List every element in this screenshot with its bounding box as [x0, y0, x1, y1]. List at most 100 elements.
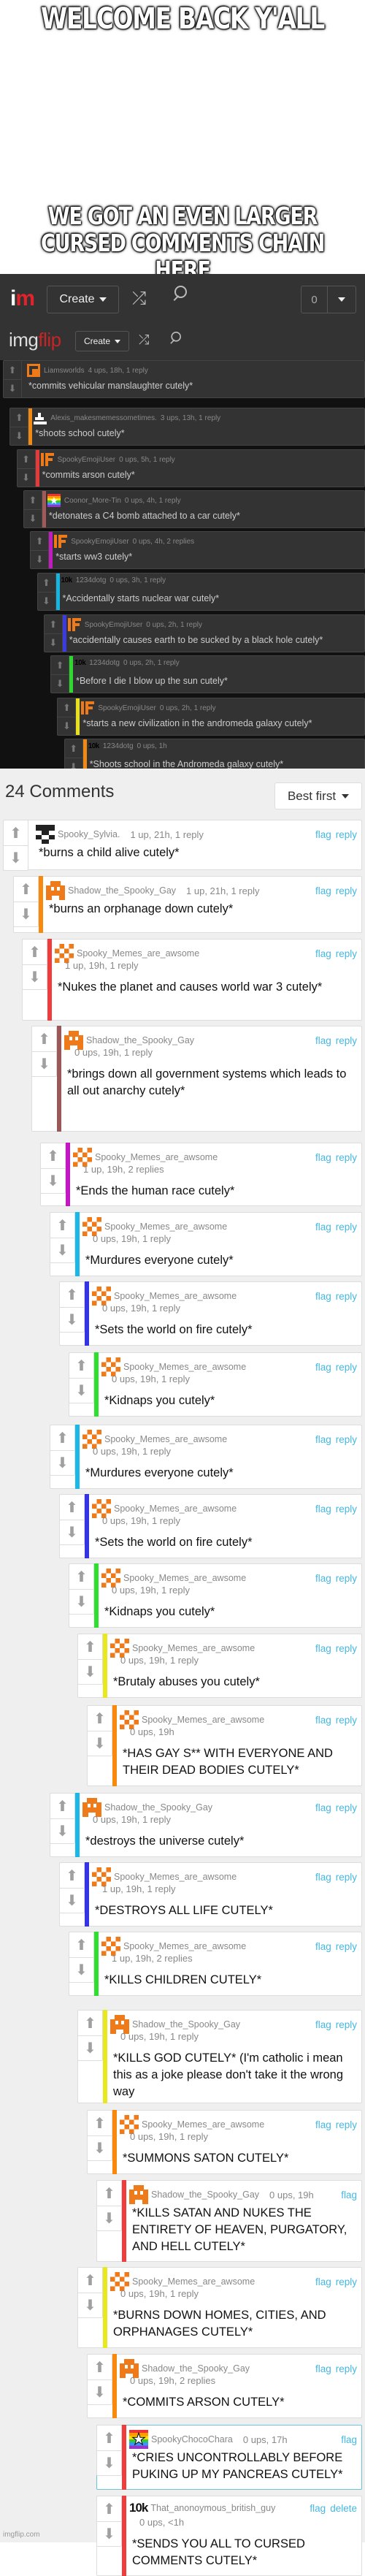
downvote-arrow-icon[interactable]: ⬇ [50, 1238, 74, 1262]
upvote-arrow-icon[interactable]: ⬆ [69, 1932, 93, 1957]
upvote-arrow-icon[interactable]: ⬆ [60, 1282, 84, 1307]
username-link[interactable]: 1234dotg [76, 576, 107, 584]
upvote-arrow-icon[interactable]: ⬆ [60, 1863, 84, 1888]
downvote-arrow-icon[interactable]: ⬇ [78, 2293, 102, 2317]
reply-link[interactable]: reply [336, 2363, 357, 2374]
username-link[interactable]: Shadow_the_Spooky_Gay [132, 2019, 240, 2030]
upvote-arrow-icon[interactable]: ⬆ [10, 408, 28, 427]
username-link[interactable]: Spooky_Sylvia. [58, 829, 120, 839]
delete-link[interactable]: delete [330, 2503, 357, 2514]
username-link[interactable]: Spooky_Memes_are_awsome [123, 1362, 246, 1372]
username-link[interactable]: Spooky_Memes_are_awsome [104, 1434, 227, 1444]
upvote-arrow-icon[interactable]: ⬆ [51, 656, 69, 674]
username-link[interactable]: SpookyEmojiUser [71, 538, 128, 546]
downvote-arrow-icon[interactable]: ⬇ [69, 1378, 93, 1403]
flag-link[interactable]: flag [315, 1941, 331, 1952]
search-icon[interactable] [169, 332, 181, 343]
downvote-arrow-icon[interactable]: ⬇ [38, 592, 55, 610]
downvote-arrow-icon[interactable]: ⬇ [41, 1168, 65, 1193]
flag-link[interactable]: flag [315, 1872, 331, 1883]
reply-link[interactable]: reply [336, 1941, 357, 1952]
flag-link[interactable]: flag [315, 885, 331, 896]
reply-link[interactable]: reply [336, 1222, 357, 1232]
downvote-arrow-icon[interactable]: ⬇ [97, 2450, 121, 2475]
create-button-small[interactable]: Create [75, 331, 129, 351]
username-link[interactable]: Coonor_More-Tin [64, 497, 121, 505]
flag-link[interactable]: flag [315, 829, 331, 840]
upvote-arrow-icon[interactable]: ⬆ [4, 820, 28, 845]
username-link[interactable]: Spooky_Memes_are_awsome [114, 1504, 237, 1514]
shuffle-icon[interactable]: ⤮ [139, 332, 149, 348]
search-icon[interactable] [172, 286, 187, 300]
username-link[interactable]: Spooky_Memes_are_awsome [95, 1152, 218, 1162]
upvote-arrow-icon[interactable]: ⬆ [4, 361, 21, 379]
downvote-arrow-icon[interactable]: ⬇ [23, 964, 47, 989]
downvote-arrow-icon[interactable]: ⬇ [97, 2206, 121, 2230]
downvote-arrow-icon[interactable]: ⬇ [14, 902, 38, 926]
upvote-arrow-icon[interactable]: ⬆ [31, 532, 48, 550]
downvote-arrow-icon[interactable]: ⬇ [60, 1520, 84, 1544]
flag-link[interactable]: flag [315, 1222, 331, 1232]
downvote-arrow-icon[interactable]: ⬇ [69, 1957, 93, 1982]
upvote-arrow-icon[interactable]: ⬆ [78, 2011, 102, 2035]
username-link[interactable]: Spooky_Memes_are_awsome [114, 1872, 237, 1882]
username-link[interactable]: Spooky_Memes_are_awsome [123, 1573, 246, 1583]
imgflip-short-logo[interactable]: im [10, 286, 34, 311]
downvote-arrow-icon[interactable]: ⬇ [88, 2379, 112, 2404]
reply-link[interactable]: reply [336, 829, 357, 840]
upvote-arrow-icon[interactable]: ⬆ [50, 1213, 74, 1238]
downvote-arrow-icon[interactable]: ⬇ [78, 2035, 102, 2060]
reply-link[interactable]: reply [336, 1035, 357, 1046]
username-link[interactable]: That_anonoymous_british_guy [150, 2503, 275, 2513]
downvote-arrow-icon[interactable]: ⬇ [18, 468, 35, 487]
username-link[interactable]: Spooky_Memes_are_awsome [104, 1222, 227, 1232]
username-link[interactable]: Spooky_Memes_are_awsome [123, 1941, 246, 1951]
reply-link[interactable]: reply [336, 1573, 357, 1584]
notifications-dropdown[interactable]: 0 [301, 286, 356, 313]
downvote-arrow-icon[interactable]: ⬇ [4, 379, 21, 397]
downvote-arrow-icon[interactable]: ⬇ [50, 1450, 74, 1475]
upvote-arrow-icon[interactable]: ⬆ [32, 1026, 56, 1051]
downvote-arrow-icon[interactable]: ⬇ [60, 1307, 84, 1332]
upvote-arrow-icon[interactable]: ⬆ [45, 615, 62, 633]
flag-link[interactable]: flag [315, 1152, 331, 1163]
upvote-arrow-icon[interactable]: ⬆ [18, 450, 35, 468]
username-link[interactable]: Shadow_the_Spooky_Gay [68, 885, 176, 896]
username-link[interactable]: Shadow_the_Spooky_Gay [142, 2363, 250, 2374]
reply-link[interactable]: reply [336, 1872, 357, 1883]
flag-link[interactable]: flag [315, 1434, 331, 1445]
downvote-arrow-icon[interactable]: ⬇ [45, 633, 62, 652]
downvote-arrow-icon[interactable]: ⬇ [60, 1888, 84, 1913]
downvote-arrow-icon[interactable]: ⬇ [69, 1589, 93, 1614]
upvote-arrow-icon[interactable]: ⬆ [78, 1634, 102, 1659]
flag-link[interactable]: flag [315, 1643, 331, 1654]
upvote-arrow-icon[interactable]: ⬆ [88, 2111, 112, 2135]
reply-link[interactable]: reply [336, 1152, 357, 1163]
username-link[interactable]: Shadow_the_Spooky_Gay [104, 1802, 212, 1813]
reply-link[interactable]: reply [336, 885, 357, 896]
flag-link[interactable]: flag [341, 2190, 357, 2200]
reply-link[interactable]: reply [336, 1362, 357, 1373]
username-link[interactable]: SpookyEmojiUser [98, 704, 155, 712]
upvote-arrow-icon[interactable]: ⬆ [14, 877, 38, 902]
upvote-arrow-icon[interactable]: ⬆ [50, 1425, 74, 1450]
flag-link[interactable]: flag [315, 1802, 331, 1813]
flag-link[interactable]: flag [315, 1362, 331, 1373]
username-link[interactable]: Shadow_the_Spooky_Gay [86, 1035, 194, 1045]
reply-link[interactable]: reply [336, 1643, 357, 1654]
username-link[interactable]: Shadow_the_Spooky_Gay [151, 2190, 259, 2200]
flag-link[interactable]: flag [315, 1035, 331, 1046]
upvote-arrow-icon[interactable]: ⬆ [88, 1706, 112, 1731]
upvote-arrow-icon[interactable]: ⬆ [41, 1143, 65, 1168]
upvote-arrow-icon[interactable]: ⬆ [69, 1564, 93, 1589]
upvote-arrow-icon[interactable]: ⬆ [23, 940, 47, 964]
flag-link[interactable]: flag [315, 1504, 331, 1514]
flag-link[interactable]: flag [315, 2119, 331, 2130]
reply-link[interactable]: reply [336, 1802, 357, 1813]
flag-link[interactable]: flag [315, 948, 331, 959]
sort-dropdown[interactable]: Best first [274, 782, 362, 809]
username-link[interactable]: Spooky_Memes_are_awsome [114, 1291, 237, 1301]
username-link[interactable]: SpookyChocoChara [151, 2434, 233, 2444]
downvote-arrow-icon[interactable]: ⬇ [88, 1731, 112, 1756]
flag-link[interactable]: flag [315, 1573, 331, 1584]
